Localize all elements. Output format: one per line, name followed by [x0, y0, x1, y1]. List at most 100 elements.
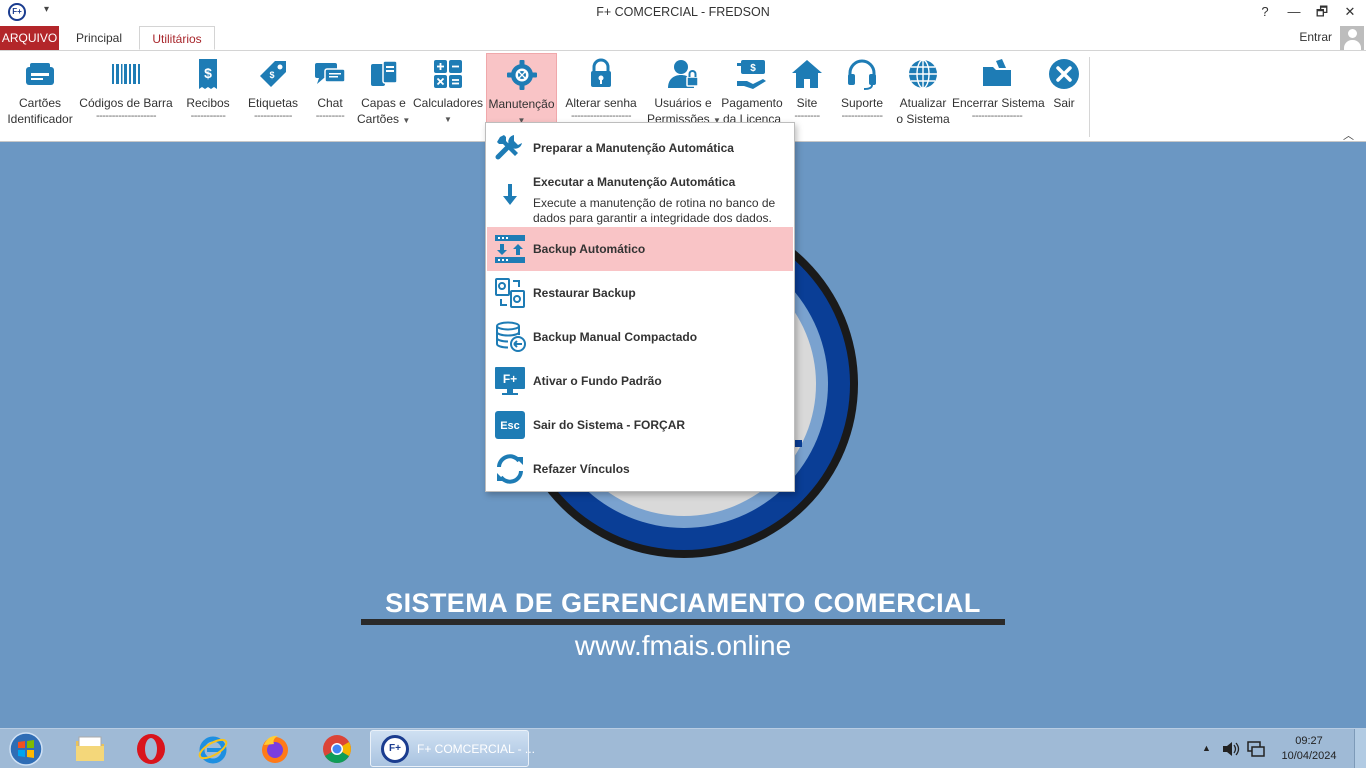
help-button[interactable]: ? — [1251, 2, 1279, 22]
collapse-ribbon-icon[interactable]: ︿ — [1343, 127, 1354, 143]
menu-item-ativar-fundo-padrao[interactable]: F+ Ativar o Fundo Padrão — [487, 359, 793, 403]
esc-key-icon: Esc — [495, 411, 525, 439]
tab-utilitarios[interactable]: Utilitários — [139, 26, 215, 50]
tray-expand-icon[interactable]: ▲ — [1202, 743, 1211, 753]
calculadores-button[interactable]: Calculadores ▼ — [413, 53, 483, 125]
chat-button[interactable]: Chat --------- — [306, 53, 354, 125]
svg-text:$: $ — [750, 63, 756, 74]
file-explorer-icon[interactable] — [74, 733, 106, 765]
menu-item-label: Preparar a Manutenção Automática — [533, 141, 734, 155]
site-button[interactable]: Site -------- — [786, 53, 828, 125]
internet-explorer-icon[interactable] — [197, 733, 229, 765]
volume-icon[interactable] — [1222, 741, 1240, 757]
folder-icon — [983, 59, 1011, 86]
ribbon-label: Manutenção — [488, 97, 555, 111]
dropdown-caret-icon: ▼ — [444, 115, 452, 124]
ribbon-label: Chat — [317, 96, 343, 110]
slogan-underline — [361, 619, 1005, 625]
menu-item-label: Executar a Manutenção Automática — [533, 175, 736, 189]
id-card-icon — [26, 63, 54, 85]
network-icon[interactable] — [1247, 740, 1265, 758]
ribbon-label-row: Cartões ▼ — [357, 111, 410, 129]
home-icon — [792, 60, 822, 88]
cartoes-identificador-button[interactable]: Cartões Identificador — [4, 53, 76, 126]
clock-date: 10/04/2024 — [1281, 750, 1337, 762]
title-bar: F+ ▾ F+ COMCERCIAL - FREDSON ? — 🗗 ✕ — [0, 0, 1366, 24]
ribbon-tabs: ARQUIVO Principal Utilitários Entrar — [0, 24, 1366, 50]
ribbon-label: Site — [796, 96, 818, 110]
user-icon — [668, 60, 699, 88]
server-transfer-icon — [495, 235, 525, 263]
tab-arquivo[interactable]: ARQUIVO — [0, 26, 59, 50]
ribbon-separator-text: ------------------- — [570, 110, 632, 122]
barcode-icon — [112, 64, 140, 84]
svg-text:$: $ — [269, 70, 274, 80]
start-button-icon[interactable] — [6, 731, 46, 767]
chat-icon — [315, 63, 346, 84]
system-clock[interactable]: 09:27 10/04/2024 — [1276, 734, 1342, 764]
headset-icon — [848, 59, 876, 90]
usuarios-e-permissoes-button[interactable]: Usuários e Permissões ▼ — [647, 53, 721, 126]
sair-button[interactable]: Sair — [1044, 53, 1084, 125]
taskbar-app-fcomercial[interactable]: F+ F+ COMCERCIAL - ... — [370, 730, 535, 767]
ribbon-label: Códigos de Barra — [79, 96, 173, 110]
codigos-de-barra-button[interactable]: Códigos de Barra ------------------- — [78, 53, 174, 125]
menu-item-label: Sair do Sistema - FORÇAR — [533, 418, 686, 432]
arrow-down-icon — [503, 184, 517, 205]
svg-text:$: $ — [204, 65, 212, 81]
recibos-button[interactable]: $ Recibos ----------- — [178, 53, 238, 125]
ribbon-label: Cartões — [18, 96, 62, 110]
menu-item-executar-manutencao[interactable]: Executar a Manutenção Automática Execute… — [487, 169, 793, 227]
ribbon-separator-text: ---------------- — [971, 110, 1023, 122]
clock-time: 09:27 — [1295, 735, 1323, 747]
ribbon-separator-text: ----------- — [190, 110, 226, 122]
atualizar-sistema-button[interactable]: Atualizar o Sistema — [896, 53, 950, 126]
ribbon-separator-text: ------------ — [254, 110, 292, 122]
restore-button[interactable]: 🗗 — [1308, 2, 1336, 22]
encerrar-sistema-button[interactable]: Encerrar Sistema ---------------- — [952, 53, 1045, 125]
menu-item-backup-automatico[interactable]: Backup Automático — [487, 227, 793, 271]
tab-principal[interactable]: Principal — [66, 26, 132, 50]
tag-icon: $ — [260, 61, 286, 87]
menu-item-sair-forcar[interactable]: Esc Sair do Sistema - FORÇAR — [487, 403, 793, 447]
receipt-icon: $ — [199, 59, 217, 89]
slogan-text: SISTEMA DE GERENCIAMENTO COMERCIAL — [385, 588, 981, 618]
lock-icon — [591, 58, 611, 87]
minimize-button[interactable]: — — [1280, 2, 1308, 22]
suporte-button[interactable]: Suporte ------------- — [830, 53, 894, 125]
manutencao-dropdown-menu: Preparar a Manutenção Automática Executa… — [485, 122, 795, 492]
website-text: www.fmais.online — [574, 630, 792, 661]
menu-item-restaurar-backup[interactable]: Restaurar Backup — [487, 271, 793, 315]
firefox-icon[interactable] — [259, 733, 291, 765]
etiquetas-button[interactable]: $ Etiquetas ------------ — [242, 53, 304, 125]
chrome-icon[interactable] — [321, 733, 353, 765]
restore-icon — [495, 278, 525, 308]
app-taskbar-logo-icon: F+ — [381, 735, 409, 763]
database-icon — [496, 321, 526, 352]
monitor-icon: F+ — [495, 367, 525, 395]
menu-item-label: Ativar o Fundo Padrão — [533, 374, 662, 388]
ribbon-label: Etiquetas — [247, 96, 299, 110]
maintenance-icon — [506, 60, 537, 90]
cards-icon — [370, 60, 398, 86]
alterar-senha-button[interactable]: Alterar senha ------------------- — [560, 53, 642, 125]
ribbon-label: Sair — [1053, 96, 1075, 110]
avatar[interactable] — [1340, 26, 1364, 50]
capas-e-cartoes-button[interactable]: Capas e Cartões ▼ — [357, 53, 410, 126]
ribbon-label-2: Cartões — [357, 112, 400, 126]
manutencao-button[interactable]: Manutenção ▼ — [486, 53, 557, 125]
opera-icon[interactable] — [135, 733, 167, 765]
menu-item-refazer-vinculos[interactable]: Refazer Vínculos — [487, 447, 793, 491]
close-button[interactable]: ✕ — [1336, 2, 1364, 22]
login-link[interactable]: Entrar — [1299, 30, 1332, 44]
ribbon-label: Capas e — [361, 96, 406, 110]
ribbon-label-2: o Sistema — [896, 112, 950, 126]
pagamento-da-licenca-button[interactable]: $ Pagamento da Licença — [720, 53, 784, 126]
window-title: F+ COMCERCIAL - FREDSON — [596, 5, 770, 19]
menu-item-backup-manual[interactable]: Backup Manual Compactado — [487, 315, 793, 359]
ribbon-label: Encerrar Sistema — [952, 96, 1045, 110]
menu-item-preparar-manutencao[interactable]: Preparar a Manutenção Automática — [487, 125, 793, 169]
ribbon-label: Calculadores — [413, 96, 484, 110]
menu-item-description: Execute a manutenção de rotina no banco … — [533, 196, 776, 225]
show-desktop-button[interactable] — [1354, 729, 1366, 768]
